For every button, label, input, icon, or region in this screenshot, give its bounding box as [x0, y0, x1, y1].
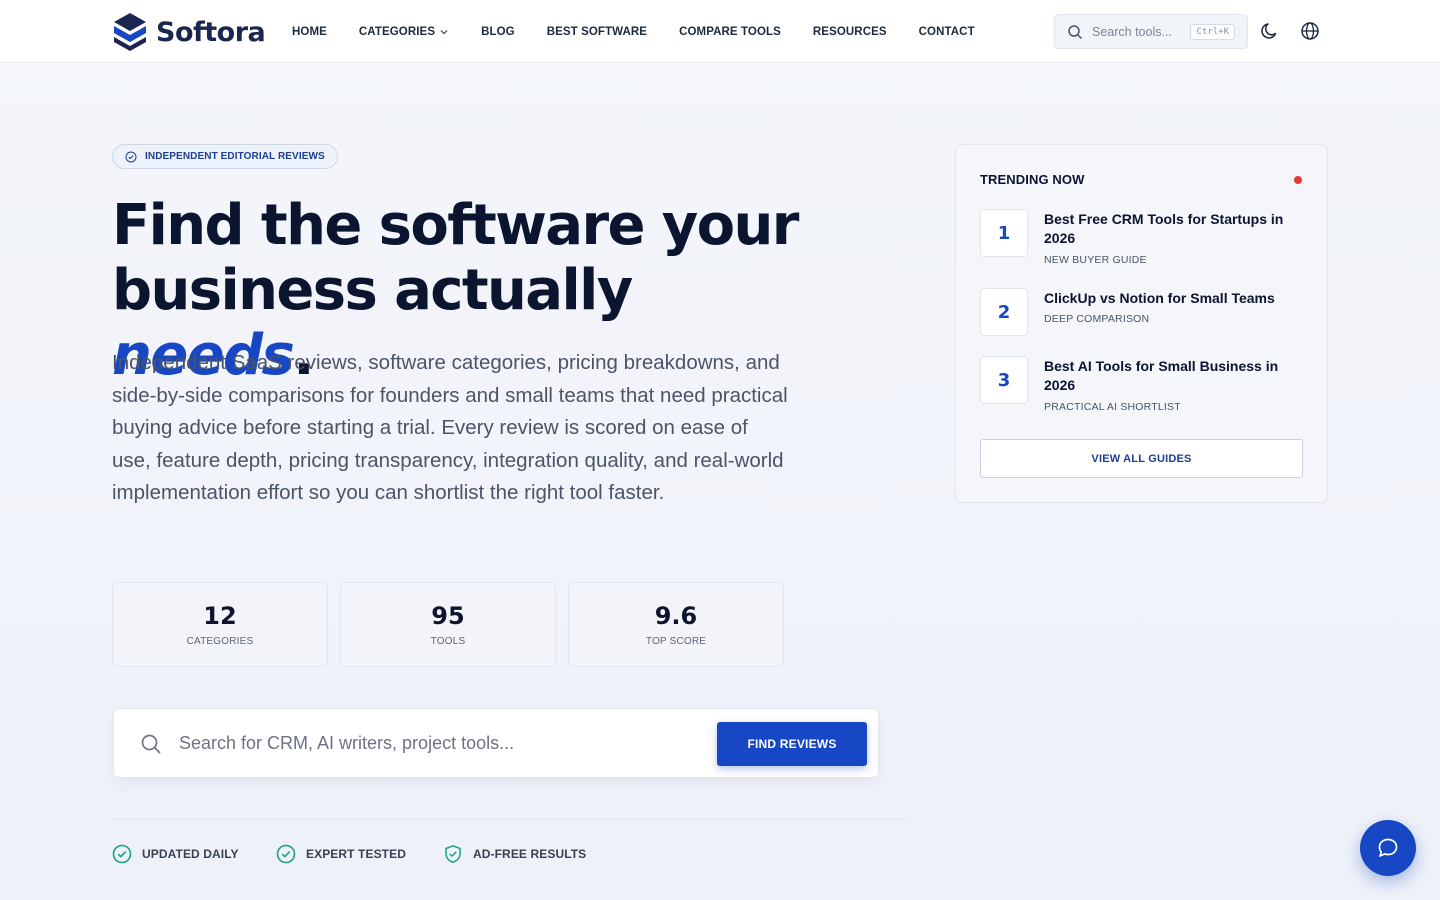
- stat-categories: 12 CATEGORIES: [112, 582, 328, 667]
- shortcut-hint: Ctrl+K: [1190, 23, 1235, 40]
- main-search-input[interactable]: Search for CRM, AI writers, project tool…: [179, 733, 514, 754]
- header-search-placeholder: Search tools...: [1092, 24, 1172, 39]
- check-circle-icon: [125, 151, 137, 162]
- moon-icon: [1261, 23, 1277, 39]
- trending-title[interactable]: ClickUp vs Notion for Small Teams: [1044, 289, 1304, 308]
- stat-label: CATEGORIES: [186, 636, 254, 647]
- trending-title[interactable]: Best AI Tools for Small Business in 2026: [1044, 357, 1304, 395]
- feature-updated-daily: UPDATED DAILY: [112, 843, 239, 865]
- hero-description: Independent SaaS reviews, software categ…: [112, 351, 788, 504]
- live-indicator-icon: [1294, 176, 1302, 184]
- trending-rank: 1: [980, 209, 1028, 257]
- stat-value: 9.6: [654, 602, 698, 630]
- nav-compare-tools[interactable]: COMPARE TOOLS: [679, 26, 781, 38]
- view-all-guides-button[interactable]: VIEW ALL GUIDES: [980, 439, 1303, 478]
- trending-tag: DEEP COMPARISON: [1044, 313, 1150, 325]
- stat-tools: 95 TOOLS: [340, 582, 556, 667]
- feature-label: EXPERT TESTED: [306, 847, 406, 861]
- brand-logo[interactable]: Softora: [112, 12, 266, 52]
- trending-rank: 2: [980, 288, 1028, 336]
- trending-heading: TRENDING NOW: [980, 172, 1085, 187]
- trending-card: TRENDING NOW 1 Best Free CRM Tools for S…: [955, 144, 1328, 503]
- feature-label: UPDATED DAILY: [142, 847, 239, 861]
- stat-label: TOOLS: [430, 636, 466, 647]
- nav-home[interactable]: HOME: [292, 26, 327, 38]
- badge-label: INDEPENDENT EDITORIAL REVIEWS: [145, 151, 325, 162]
- hero-title-line1: Find the software your: [112, 193, 799, 258]
- globe-icon: [1301, 22, 1319, 40]
- language-button[interactable]: [1299, 20, 1321, 42]
- main-nav: HOME CATEGORIES BLOG BEST SOFTWARE COMPA…: [292, 0, 1007, 63]
- brand-name: Softora: [156, 16, 266, 48]
- nav-categories[interactable]: CATEGORIES: [359, 26, 449, 38]
- trending-tag: PRACTICAL AI SHORTLIST: [1044, 401, 1181, 413]
- logo-mark-icon: [114, 13, 146, 51]
- nav-blog[interactable]: BLOG: [481, 26, 515, 38]
- nav-resources[interactable]: RESOURCES: [813, 26, 887, 38]
- theme-toggle-button[interactable]: [1259, 20, 1281, 42]
- site-header: Softora HOME CATEGORIES BLOG BEST SOFTWA…: [0, 0, 1440, 63]
- check-circle-icon: [112, 844, 132, 864]
- stat-value: 95: [431, 602, 465, 630]
- nav-contact[interactable]: CONTACT: [919, 26, 975, 38]
- chat-button[interactable]: [1360, 820, 1416, 876]
- search-icon: [141, 734, 161, 754]
- main-search-bar: Search for CRM, AI writers, project tool…: [113, 708, 879, 778]
- feature-expert-tested: EXPERT TESTED: [276, 843, 406, 865]
- shield-check-icon: [445, 845, 461, 864]
- feature-label: AD-FREE RESULTS: [473, 847, 587, 861]
- stat-value: 12: [203, 602, 237, 630]
- editorial-badge: INDEPENDENT EDITORIAL REVIEWS: [112, 144, 338, 169]
- find-reviews-button[interactable]: FIND REVIEWS: [717, 722, 867, 766]
- divider: [112, 819, 908, 820]
- trending-tag: NEW BUYER GUIDE: [1044, 254, 1147, 266]
- trending-title[interactable]: Best Free CRM Tools for Startups in 2026: [1044, 210, 1304, 248]
- stat-label: TOP SCORE: [645, 636, 707, 647]
- trending-rank: 3: [980, 356, 1028, 404]
- search-icon: [1068, 24, 1083, 39]
- chat-bubble-icon: [1378, 838, 1398, 857]
- stat-top-score: 9.6 TOP SCORE: [568, 582, 784, 667]
- header-search-input[interactable]: Search tools... Ctrl+K: [1054, 14, 1248, 49]
- hero-title-line2: business actually: [112, 258, 633, 323]
- nav-categories-label: CATEGORIES: [358, 25, 436, 38]
- feature-ad-free: AD-FREE RESULTS: [443, 843, 586, 865]
- nav-best-software[interactable]: BEST SOFTWARE: [547, 26, 647, 38]
- chevron-down-icon: [440, 29, 448, 34]
- check-circle-icon: [276, 844, 296, 864]
